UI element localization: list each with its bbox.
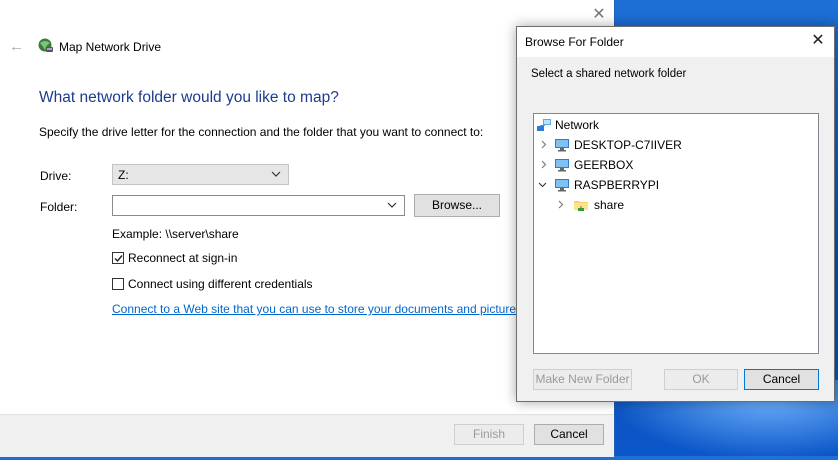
finish-button[interactable]: Finish (454, 424, 524, 445)
computer-icon (555, 159, 569, 172)
wizard-footer: Finish Cancel (0, 414, 614, 457)
tree-item-label: DESKTOP-C7IIVER (574, 138, 682, 152)
dialog-title: Browse For Folder (525, 35, 624, 49)
tree-item-network[interactable]: Network (536, 116, 656, 134)
checkmark-icon (114, 255, 123, 263)
computer-icon (555, 139, 569, 152)
dialog-instruction: Select a shared network folder (531, 68, 687, 80)
network-icon (537, 119, 551, 131)
instruction-text: Specify the drive letter for the connect… (39, 125, 484, 139)
window-title: Map Network Drive (59, 40, 162, 54)
chevron-down-icon[interactable] (386, 199, 398, 211)
cancel-button[interactable]: Cancel (534, 424, 604, 445)
browse-button[interactable]: Browse... (414, 194, 500, 217)
close-icon[interactable]: ✕ (591, 7, 607, 23)
example-text: Example: \\server\share (112, 227, 239, 241)
tree-item-label: GEERBOX (574, 158, 634, 172)
dialog-titlebar: Browse For Folder ✕ (517, 27, 834, 57)
tree-item-desktop[interactable]: DESKTOP-C7IIVER (536, 136, 686, 154)
reconnect-checkbox[interactable] (112, 252, 124, 264)
drive-select[interactable]: Z: (112, 164, 289, 185)
page-heading: What network folder would you like to ma… (39, 89, 339, 106)
folder-label: Folder: (40, 200, 78, 214)
tree-item-geerbox[interactable]: GEERBOX (536, 156, 646, 174)
tree-item-label: RASPBERRYPI (574, 178, 660, 192)
dialog-cancel-button[interactable]: Cancel (744, 369, 819, 390)
make-new-folder-button[interactable]: Make New Folder (533, 369, 632, 390)
close-icon[interactable]: ✕ (810, 33, 826, 49)
shared-folder-icon (574, 201, 588, 211)
chevron-right-icon[interactable] (539, 140, 548, 149)
folder-tree[interactable]: Network DESKTOP-C7IIVER GEERBOX RASPBERR… (533, 113, 819, 354)
browse-for-folder-dialog: Browse For Folder ✕ Select a shared netw… (516, 26, 835, 402)
tree-item-label: share (594, 198, 625, 212)
map-network-drive-icon (38, 38, 53, 52)
drive-value: Z: (118, 168, 129, 182)
tree-item-share[interactable]: share (536, 196, 656, 214)
reconnect-label: Reconnect at sign-in (128, 251, 238, 265)
web-site-link[interactable]: Connect to a Web site that you can use t… (112, 302, 522, 316)
drive-label: Drive: (40, 169, 72, 183)
tree-item-label: Network (555, 118, 600, 132)
back-arrow-icon[interactable]: ← (9, 38, 25, 55)
chevron-right-icon[interactable] (539, 160, 548, 169)
folder-input[interactable] (112, 195, 405, 216)
chevron-right-icon[interactable] (556, 200, 565, 209)
computer-icon (555, 179, 569, 192)
chevron-down-icon[interactable] (538, 180, 547, 189)
credentials-label: Connect using different credentials (128, 277, 313, 291)
ok-button[interactable]: OK (664, 369, 738, 390)
chevron-down-icon (271, 171, 281, 177)
tree-item-raspberrypi[interactable]: RASPBERRYPI (536, 176, 670, 194)
credentials-checkbox[interactable] (112, 278, 124, 290)
